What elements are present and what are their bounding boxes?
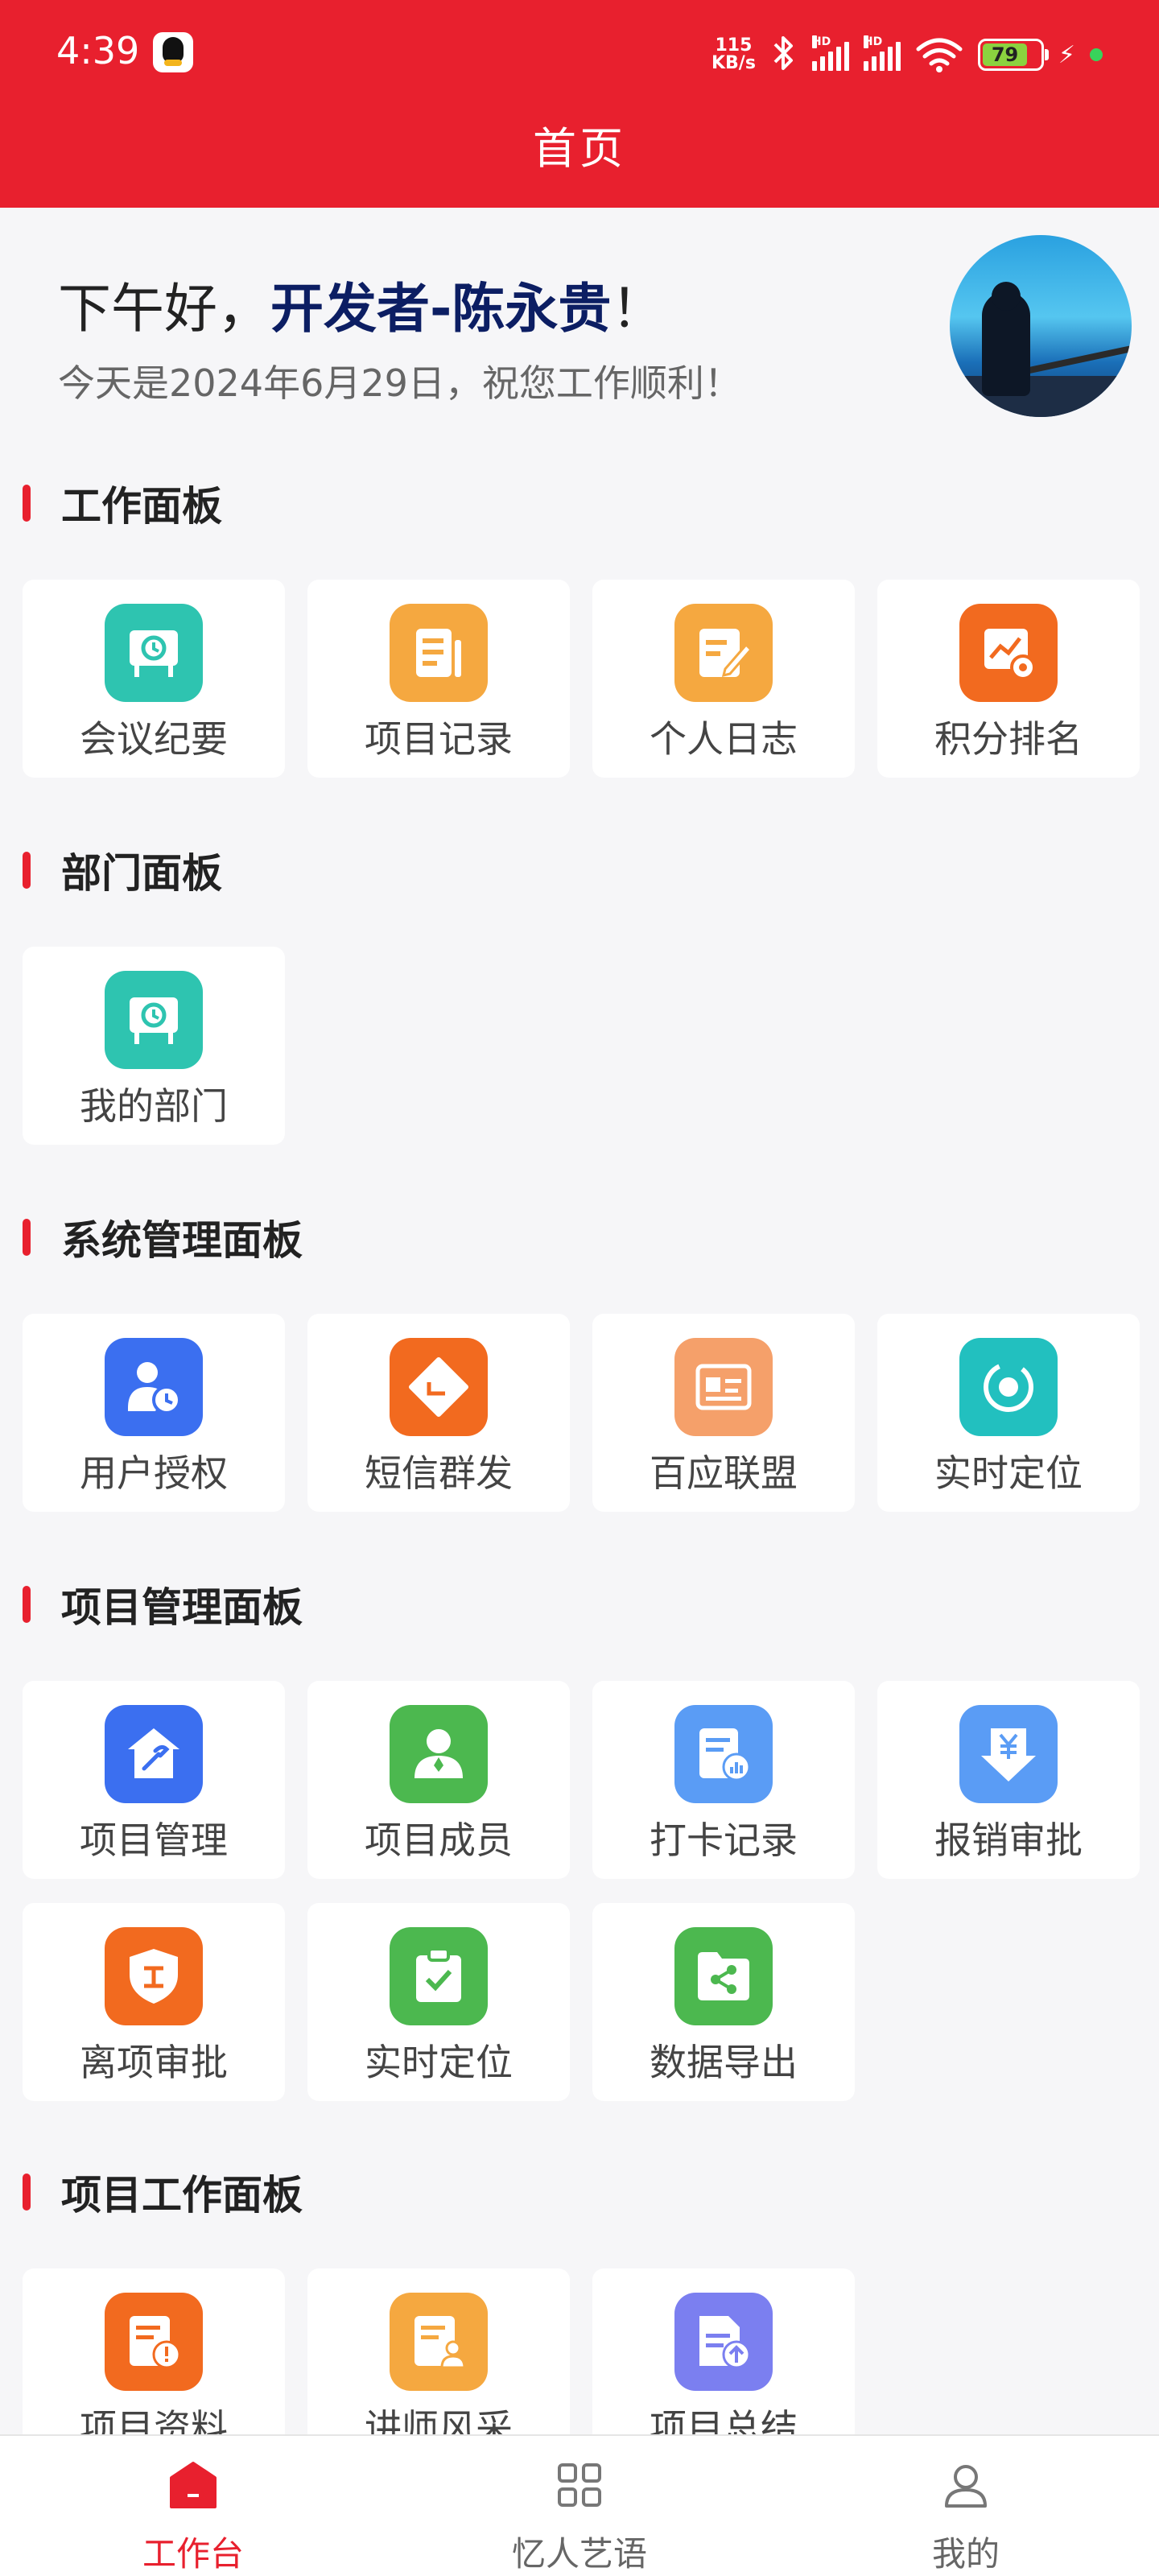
greeting-date-line: 今天是2024年6月29日，祝您工作顺利！ xyxy=(58,361,741,405)
section-grid: 用户授权 短信群发 百应联盟 实时定位 xyxy=(23,1314,1140,1512)
meeting-board-icon xyxy=(105,971,203,1069)
edit-note-icon xyxy=(674,604,773,702)
greeting-salutation: 下午好， xyxy=(58,278,270,340)
feature-label: 个人日志 xyxy=(650,717,798,761)
greeting-panel: 下午好，开发者-陈永贵！ 今天是2024年6月29日，祝您工作顺利！ xyxy=(0,208,1159,428)
shield-icon xyxy=(105,1927,203,2025)
feature-card[interactable]: 积分排名 xyxy=(877,580,1140,778)
chart-settings-icon xyxy=(959,604,1058,702)
section-grid: 我的部门 xyxy=(23,947,1138,1145)
feature-card[interactable]: 项目成员 xyxy=(307,1681,570,1879)
cell-signal-2-icon: HD xyxy=(863,35,901,71)
share-folder-icon xyxy=(674,1927,773,2025)
greeting-user-name: 开发者-陈永贵 xyxy=(270,278,612,340)
feature-card[interactable]: 项目管理 xyxy=(23,1681,285,1879)
feature-card[interactable]: 我的部门 xyxy=(23,947,285,1145)
home-icon xyxy=(165,2457,221,2512)
feature-label: 项目成员 xyxy=(365,1818,513,1862)
feature-label: 积分排名 xyxy=(934,717,1083,761)
feature-card[interactable]: 数据导出 xyxy=(592,1903,855,2101)
section-title: 项目工作面板 xyxy=(23,2168,303,2219)
avatar[interactable] xyxy=(950,235,1132,417)
yuan-download-icon xyxy=(959,1705,1058,1803)
nav-item-yiren-yiyu[interactable]: 忆人艺语 xyxy=(386,2436,773,2576)
nav-label: 我的 xyxy=(931,2534,1000,2574)
document-icon xyxy=(390,604,488,702)
net-speed: 115 KB/s xyxy=(711,37,756,72)
qq-notification-icon xyxy=(153,32,193,72)
feature-card[interactable]: 打卡记录 xyxy=(592,1681,855,1879)
feature-card[interactable]: 实时定位 xyxy=(307,1903,570,2101)
feature-label: 报销审批 xyxy=(934,1818,1083,1862)
feature-label: 百应联盟 xyxy=(650,1451,798,1495)
section-title: 项目管理面板 xyxy=(23,1580,303,1631)
doc-person-icon xyxy=(390,2293,488,2391)
meeting-board-icon xyxy=(105,604,203,702)
user-clock-icon xyxy=(105,1338,203,1436)
privacy-indicator-dot xyxy=(1090,48,1103,61)
battery-level: 79 xyxy=(982,43,1028,66)
feature-label: 实时定位 xyxy=(934,1451,1083,1495)
section-title: 工作面板 xyxy=(23,479,222,530)
feature-card[interactable]: 百应联盟 xyxy=(592,1314,855,1512)
grid-icon xyxy=(551,2457,608,2512)
cell-signal-1-icon: HD xyxy=(811,35,849,71)
feature-label: 数据导出 xyxy=(650,2041,798,2084)
doc-alert-icon xyxy=(105,2293,203,2391)
bluetooth-icon xyxy=(770,35,798,75)
section-title: 部门面板 xyxy=(23,846,222,897)
target-icon xyxy=(959,1338,1058,1436)
hd-label: HD xyxy=(863,35,883,48)
feature-card[interactable]: 短信群发 xyxy=(307,1314,570,1512)
feature-card[interactable]: 项目记录 xyxy=(307,580,570,778)
nav-item-workbench[interactable]: 工作台 xyxy=(0,2436,386,2576)
charging-icon: ⚡ xyxy=(1058,40,1075,69)
feature-label: 我的部门 xyxy=(80,1084,228,1128)
tag-icon xyxy=(390,1338,488,1436)
section-title: 系统管理面板 xyxy=(23,1213,303,1264)
greeting-exclaim: ！ xyxy=(611,278,665,340)
net-speed-unit: KB/s xyxy=(711,53,756,73)
status-time: 4:39 xyxy=(56,29,140,72)
hd-label: HD xyxy=(811,35,831,48)
nav-item-mine[interactable]: 我的 xyxy=(773,2436,1159,2576)
feature-label: 短信群发 xyxy=(365,1451,513,1495)
app-header: 4:39 115 KB/s HD HD 79 ⚡ 首页 xyxy=(0,0,1159,208)
status-indicators: 115 KB/s HD HD 79 ⚡ xyxy=(711,31,1103,79)
feature-label: 会议纪要 xyxy=(80,717,228,761)
feature-label: 项目记录 xyxy=(365,717,513,761)
feature-card[interactable]: 用户授权 xyxy=(23,1314,285,1512)
wifi-icon xyxy=(915,36,963,73)
page-title: 首页 xyxy=(533,123,626,174)
feature-card[interactable]: 会议纪要 xyxy=(23,580,285,778)
feature-card[interactable]: 实时定位 xyxy=(877,1314,1140,1512)
feature-label: 打卡记录 xyxy=(650,1818,798,1862)
battery-icon: 79 xyxy=(977,39,1049,71)
nav-label: 忆人艺语 xyxy=(511,2534,647,2574)
greeting-line: 下午好，开发者-陈永贵！ xyxy=(58,266,664,343)
user-icon xyxy=(938,2457,994,2512)
clipboard-check-icon xyxy=(390,1927,488,2025)
feature-card[interactable]: 报销审批 xyxy=(877,1681,1140,1879)
doc-upload-icon xyxy=(674,2293,773,2391)
feature-label: 实时定位 xyxy=(365,2041,513,2084)
bottom-nav: 工作台 忆人艺语 我的 xyxy=(0,2434,1159,2576)
status-bar: 4:39 115 KB/s HD HD 79 ⚡ xyxy=(0,0,1159,105)
feature-card[interactable]: 个人日志 xyxy=(592,580,855,778)
id-card-icon xyxy=(674,1338,773,1436)
feature-card[interactable]: 离项审批 xyxy=(23,1903,285,2101)
record-chart-icon xyxy=(674,1705,773,1803)
feature-label: 用户授权 xyxy=(80,1451,228,1495)
feature-label: 离项审批 xyxy=(80,2041,228,2084)
feature-label: 项目管理 xyxy=(80,1818,228,1862)
net-speed-value: 115 xyxy=(715,35,753,56)
member-icon xyxy=(390,1705,488,1803)
section-grid: 会议纪要 项目记录 个人日志 积分排名 xyxy=(23,580,1140,778)
house-tool-icon xyxy=(105,1705,203,1803)
section-grid: 项目管理 项目成员 打卡记录 报销审批离项审批 实时定位 数据导出 xyxy=(23,1681,1140,2101)
nav-label: 工作台 xyxy=(142,2534,244,2574)
